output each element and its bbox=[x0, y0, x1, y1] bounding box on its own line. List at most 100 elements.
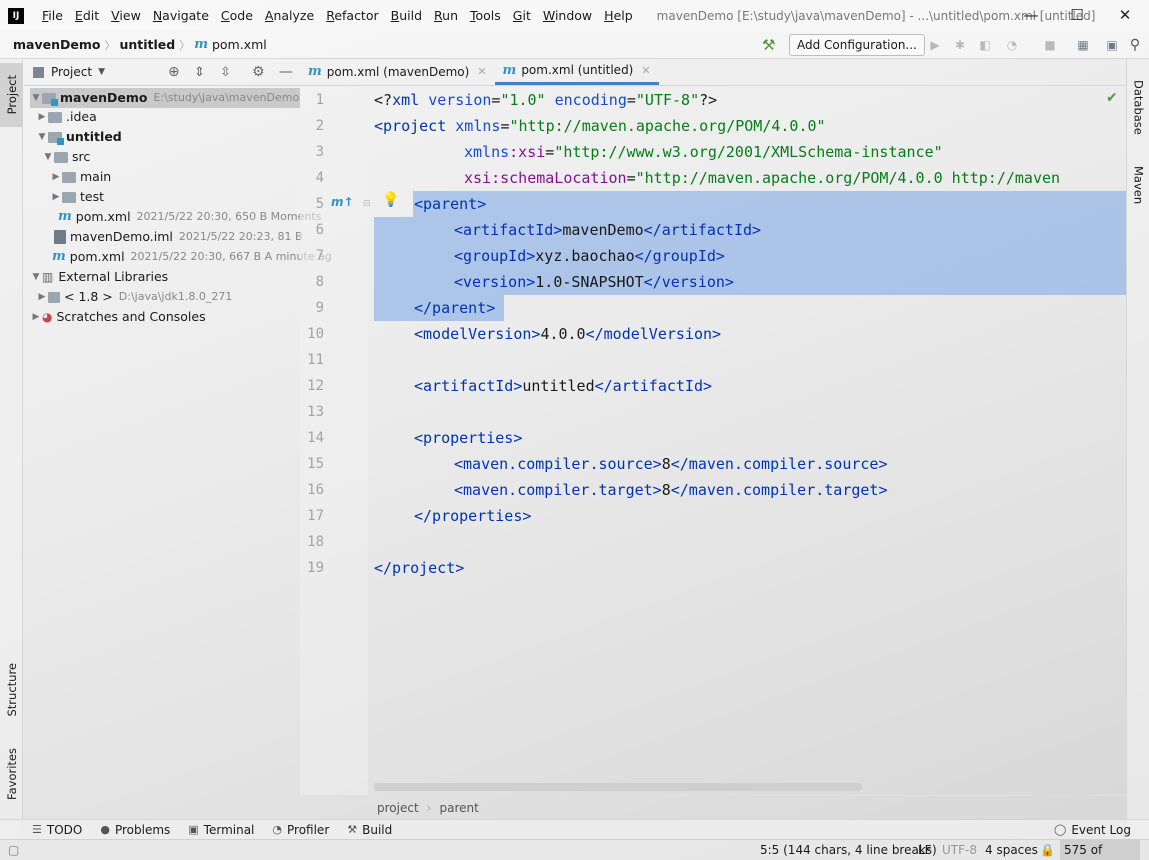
toggle-tool-windows-icon[interactable]: ▢ bbox=[8, 840, 19, 860]
editor-tab-pom-mavendemo[interactable]: m pom.xml (mavenDemo) ✕ bbox=[300, 58, 495, 85]
maven-parent-gutter-icon[interactable]: m↑ bbox=[331, 195, 354, 209]
tree-item[interactable]: ▼ src bbox=[42, 147, 91, 167]
favorites-tool-tab[interactable]: Favorites bbox=[0, 739, 23, 809]
breadcrumb-pom-xml[interactable]: pom.xml bbox=[208, 37, 271, 52]
debug-icon[interactable]: ✱ bbox=[952, 37, 968, 53]
code-line-12: <artifactId>untitled</artifactId> bbox=[414, 377, 713, 395]
menu-tools[interactable]: Tools bbox=[464, 0, 507, 31]
fold-icon[interactable]: ⊟ bbox=[363, 199, 371, 209]
collapse-all-icon[interactable]: ⇳ bbox=[220, 65, 231, 80]
tree-item[interactable]: ▼ ▥ External Libraries bbox=[30, 267, 169, 287]
terminal-tool-button[interactable]: ▣ Terminal bbox=[184, 823, 258, 837]
breadcrumb-parent-tag[interactable]: parent bbox=[439, 801, 478, 815]
code-line-19: </project> bbox=[374, 559, 465, 577]
database-tool-tab[interactable]: Database bbox=[1127, 67, 1149, 147]
add-configuration-button[interactable]: Add Configuration... bbox=[789, 34, 925, 56]
maven-tool-tab[interactable]: Maven bbox=[1127, 155, 1149, 215]
project-view-selector[interactable]: Project bbox=[51, 65, 92, 79]
close-button[interactable]: ✕ bbox=[1102, 0, 1148, 31]
tree-item-label: .idea bbox=[66, 109, 97, 124]
build-tool-button[interactable]: ⚒ Build bbox=[343, 823, 396, 837]
tree-item[interactable]: ▼ mavenDemo E:\study\java\mavenDemo bbox=[30, 88, 300, 108]
chevron-down-icon[interactable]: ▼ bbox=[36, 127, 48, 147]
tree-item[interactable]: ▶ ◕ Scratches and Consoles bbox=[30, 307, 206, 327]
menu-edit[interactable]: Edit bbox=[69, 0, 105, 31]
project-structure-icon[interactable]: ▦ bbox=[1075, 37, 1091, 53]
build-hammer-icon[interactable]: ⚒ bbox=[762, 36, 775, 54]
tree-item[interactable]: ▶ main bbox=[50, 167, 112, 187]
search-icon[interactable]: ⚲ bbox=[1127, 37, 1143, 53]
tree-item-label: mavenDemo.iml bbox=[70, 229, 173, 244]
maximize-button[interactable]: ☐ bbox=[1054, 0, 1100, 31]
code-line-1: <?xml version="1.0" encoding="UTF-8"?> bbox=[374, 91, 718, 109]
database-tool-tab-label: Database bbox=[1131, 79, 1146, 135]
memory-indicator[interactable]: 575 of 1958M bbox=[1060, 840, 1140, 860]
terminal-toggle-icon[interactable]: ▣ bbox=[1104, 37, 1120, 53]
event-log-button[interactable]: ◯ Event Log bbox=[1050, 823, 1135, 837]
breadcrumb-project-tag[interactable]: project bbox=[377, 801, 419, 815]
stop-icon[interactable]: ■ bbox=[1042, 37, 1058, 53]
caret-position[interactable]: 5:5 (144 chars, 4 line breaks) bbox=[760, 840, 937, 860]
menu-file[interactable]: File bbox=[36, 0, 69, 31]
editor-tab-pom-untitled[interactable]: m pom.xml (untitled) ✕ bbox=[494, 58, 659, 85]
close-icon[interactable]: ✕ bbox=[641, 64, 650, 77]
menu-navigate[interactable]: Navigate bbox=[147, 0, 215, 31]
tree-item[interactable]: ▶ < 1.8 > D:\java\jdk1.8.0_271 bbox=[36, 287, 233, 307]
chevron-down-icon[interactable]: ▼ bbox=[98, 67, 105, 77]
problems-tool-button[interactable]: ● Problems bbox=[96, 823, 174, 837]
code-line-15: <maven.compiler.source>8</maven.compiler… bbox=[454, 455, 888, 473]
minimize-button[interactable]: — bbox=[1008, 0, 1054, 31]
todo-tool-button[interactable]: ☰ TODO bbox=[28, 823, 86, 837]
menu-view[interactable]: View bbox=[105, 0, 147, 31]
menu-run[interactable]: Run bbox=[428, 0, 464, 31]
horizontal-scrollbar[interactable] bbox=[374, 783, 862, 791]
folder-icon bbox=[62, 191, 76, 203]
code-line-17: </properties> bbox=[414, 507, 532, 525]
tree-item-label: main bbox=[80, 169, 112, 184]
chevron-right-icon[interactable]: ▶ bbox=[50, 187, 62, 207]
menu-code[interactable]: Code bbox=[215, 0, 259, 31]
tree-item[interactable]: ▼ untitled bbox=[36, 127, 122, 147]
line-number: 2 bbox=[315, 118, 324, 134]
menu-git[interactable]: Git bbox=[507, 0, 537, 31]
indent-setting[interactable]: 4 spaces bbox=[985, 840, 1038, 860]
gear-icon[interactable]: ⚙ bbox=[252, 64, 265, 80]
project-tool-tab[interactable]: Project bbox=[0, 63, 23, 127]
expand-all-icon[interactable]: ⇕ bbox=[194, 65, 205, 80]
chevron-down-icon[interactable]: ▼ bbox=[30, 267, 42, 287]
breadcrumb-mavendemo[interactable]: mavenDemo bbox=[9, 37, 104, 52]
tree-item[interactable]: ▶ test bbox=[50, 187, 104, 207]
no-problems-check-icon[interactable]: ✔ bbox=[1106, 90, 1118, 106]
tree-item[interactable]: mavenDemo.iml 2021/5/22 20:23, 81 B bbox=[54, 227, 303, 247]
chevron-right-icon[interactable]: ▶ bbox=[50, 167, 62, 187]
menu-refactor[interactable]: Refactor bbox=[320, 0, 384, 31]
line-separator[interactable]: LF bbox=[918, 840, 932, 860]
menu-build[interactable]: Build bbox=[385, 0, 428, 31]
project-view-icon bbox=[33, 66, 44, 78]
chevron-right-icon[interactable]: ▶ bbox=[36, 107, 48, 127]
line-number: 3 bbox=[315, 144, 324, 160]
chevron-right-icon[interactable]: ▶ bbox=[36, 287, 48, 307]
tree-item[interactable]: m pom.xml 2021/5/22 20:30, 650 B Moments bbox=[58, 207, 321, 227]
tree-item[interactable]: ▶ .idea bbox=[36, 107, 97, 127]
module-folder-icon bbox=[48, 131, 64, 145]
locate-file-icon[interactable]: ⊕ bbox=[168, 64, 180, 80]
coverage-icon[interactable]: ◧ bbox=[977, 37, 993, 53]
structure-tool-tab[interactable]: Structure bbox=[0, 655, 23, 725]
file-encoding[interactable]: UTF-8 bbox=[942, 840, 977, 860]
menu-analyze[interactable]: Analyze bbox=[259, 0, 320, 31]
tree-item[interactable]: m pom.xml 2021/5/22 20:30, 667 B A minut… bbox=[52, 247, 332, 267]
profiler-tool-button[interactable]: ◔ Profiler bbox=[268, 823, 333, 837]
chevron-down-icon[interactable]: ▼ bbox=[42, 147, 54, 167]
run-icon[interactable]: ▶ bbox=[927, 37, 943, 53]
menu-help[interactable]: Help bbox=[598, 0, 639, 31]
close-icon[interactable]: ✕ bbox=[477, 65, 486, 78]
profile-icon[interactable]: ◔ bbox=[1004, 37, 1020, 53]
chevron-right-icon[interactable]: ▶ bbox=[30, 307, 42, 327]
breadcrumb-untitled[interactable]: untitled bbox=[115, 37, 179, 52]
code-editor[interactable]: <?xml version="1.0" encoding="UTF-8"?> <… bbox=[374, 87, 1126, 787]
hide-panel-icon[interactable]: — bbox=[279, 64, 293, 80]
chevron-down-icon[interactable]: ▼ bbox=[30, 88, 42, 108]
menu-window[interactable]: Window bbox=[537, 0, 598, 31]
lock-icon[interactable]: 🔒 bbox=[1040, 840, 1055, 860]
